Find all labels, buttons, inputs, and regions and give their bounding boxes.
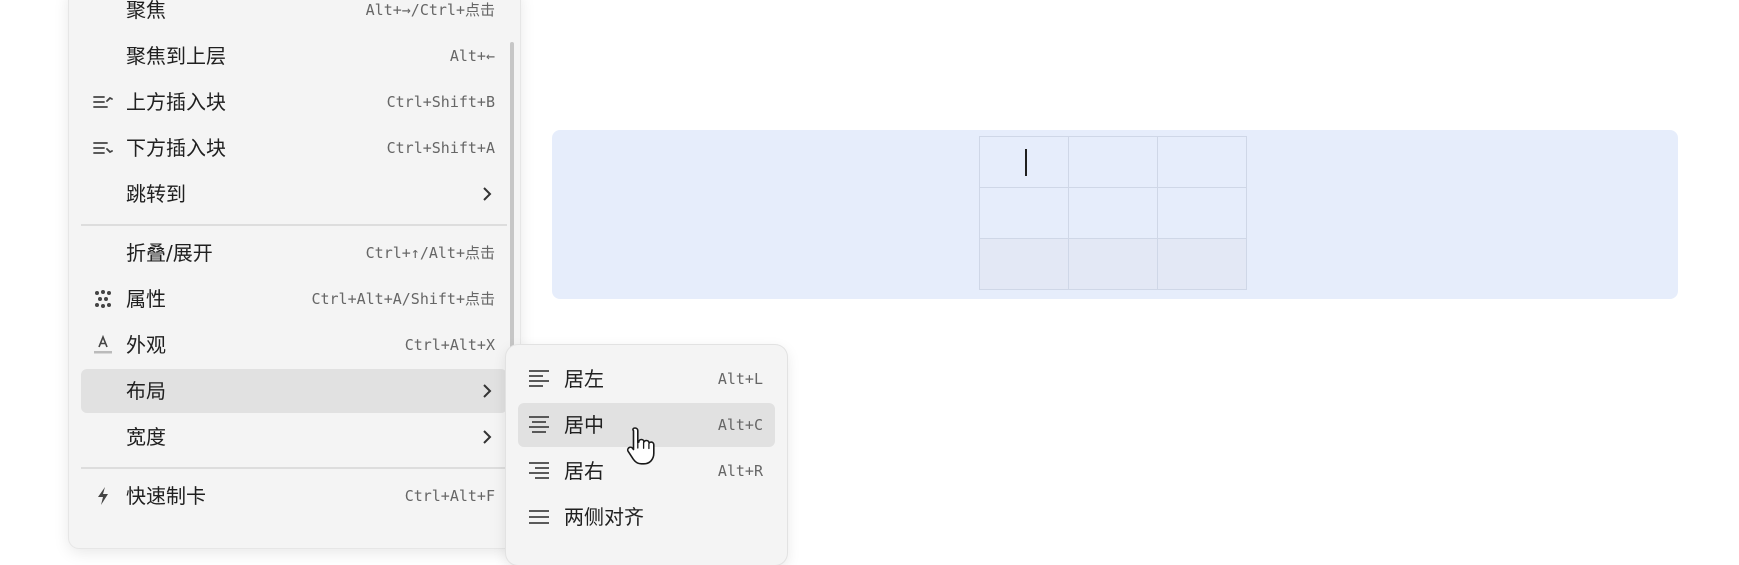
menu-item-insert-above[interactable]: 上方插入块 Ctrl+Shift+B (81, 80, 507, 124)
insert-above-icon (93, 92, 113, 112)
menu-item-label: 宽度 (126, 425, 166, 449)
table-block[interactable] (979, 136, 1247, 290)
submenu-item-shortcut: Alt+R (717, 462, 763, 480)
insert-below-icon (93, 138, 113, 158)
chevron-right-icon (483, 187, 492, 201)
menu-item-label: 快速制卡 (126, 484, 206, 508)
menu-item-shortcut: Ctrl+Alt+F (404, 487, 495, 505)
menu-item-shortcut: Ctrl+Shift+A (386, 139, 495, 157)
menu-item-width[interactable]: 宽度 (81, 415, 507, 459)
align-center-icon (528, 415, 550, 435)
menu-divider (81, 467, 507, 469)
menu-item-layout[interactable]: 布局 (81, 369, 507, 413)
table-cell[interactable] (1068, 187, 1158, 239)
menu-item-label: 聚焦 (126, 0, 166, 22)
table-row (979, 136, 1247, 188)
submenu-item-label: 居中 (564, 413, 604, 437)
menu-item-fold[interactable]: 折叠/展开 Ctrl+↑/Alt+点击 (81, 231, 507, 275)
table-cell[interactable] (1068, 136, 1158, 188)
submenu-item-label: 居右 (564, 459, 604, 483)
menu-item-label: 布局 (126, 379, 166, 403)
menu-item-shortcut: Ctrl+Alt+X (404, 336, 495, 354)
menu-item-shortcut: Ctrl+↑/Alt+点击 (365, 244, 495, 262)
chevron-right-icon (483, 384, 492, 398)
menu-item-shortcut: Alt+← (449, 47, 495, 65)
table-cell[interactable] (979, 136, 1069, 188)
table-row (979, 187, 1247, 239)
menu-item-label: 聚焦到上层 (126, 44, 226, 68)
submenu-item-justify[interactable]: 两侧对齐 (518, 495, 775, 539)
table-cell[interactable] (1157, 187, 1247, 239)
table-cell[interactable] (1157, 238, 1247, 290)
lightning-icon (93, 486, 113, 506)
table-cell[interactable] (1157, 136, 1247, 188)
attribute-icon (93, 289, 113, 309)
submenu-item-shortcut: Alt+C (717, 416, 763, 434)
menu-item-label: 折叠/展开 (126, 241, 213, 265)
submenu-item-label: 居左 (564, 367, 604, 391)
menu-item-focus[interactable]: 聚焦 Alt+→/Ctrl+点击 (81, 0, 507, 32)
menu-item-attribute[interactable]: 属性 Ctrl+Alt+A/Shift+点击 (81, 277, 507, 321)
appearance-icon (93, 335, 113, 355)
menu-item-focus-parent[interactable]: 聚焦到上层 Alt+← (81, 34, 507, 78)
menu-item-quick-flashcard[interactable]: 快速制卡 Ctrl+Alt+F (81, 474, 507, 518)
menu-item-appearance[interactable]: 外观 Ctrl+Alt+X (81, 323, 507, 367)
menu-item-shortcut: Alt+→/Ctrl+点击 (365, 1, 495, 19)
table-cell[interactable] (979, 187, 1069, 239)
submenu-item-label: 两侧对齐 (564, 505, 644, 529)
menu-item-label: 跳转到 (126, 182, 186, 206)
submenu-item-shortcut: Alt+L (717, 370, 763, 388)
align-left-icon (528, 369, 550, 389)
menu-item-label: 下方插入块 (126, 136, 226, 160)
align-right-icon (528, 461, 550, 481)
chevron-right-icon (483, 430, 492, 444)
hand-pointer-cursor-icon (626, 427, 655, 465)
table-cell[interactable] (979, 238, 1069, 290)
menu-item-shortcut: Ctrl+Alt+A/Shift+点击 (311, 290, 495, 308)
table-row (979, 238, 1247, 290)
menu-item-label: 上方插入块 (126, 90, 226, 114)
menu-item-insert-below[interactable]: 下方插入块 Ctrl+Shift+A (81, 126, 507, 170)
menu-item-jump-to[interactable]: 跳转到 (81, 172, 507, 216)
menu-item-label: 外观 (126, 333, 166, 357)
table-cell[interactable] (1068, 238, 1158, 290)
block-context-menu: 聚焦 Alt+→/Ctrl+点击 聚焦到上层 Alt+← 上方插入块 Ctrl+… (69, 0, 520, 548)
menu-item-shortcut: Ctrl+Shift+B (386, 93, 495, 111)
menu-item-label: 属性 (126, 287, 166, 311)
text-caret (1025, 149, 1027, 176)
align-justify-icon (528, 507, 550, 527)
menu-divider (81, 224, 507, 226)
submenu-item-align-left[interactable]: 居左 Alt+L (518, 357, 775, 401)
